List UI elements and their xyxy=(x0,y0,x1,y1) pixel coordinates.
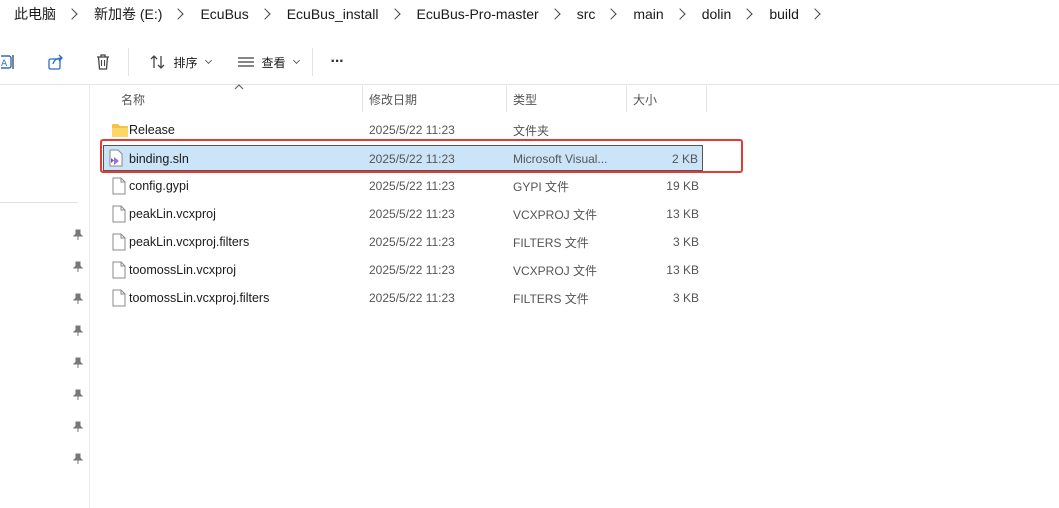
chevron-right-icon xyxy=(259,8,271,20)
chevron-right-icon xyxy=(66,8,78,20)
file-row-binding-sln[interactable]: binding.sln 2025/5/22 11:23 Microsoft Vi… xyxy=(103,145,703,171)
file-name: peakLin.vcxproj xyxy=(129,207,216,221)
chevron-right-icon xyxy=(549,8,561,20)
file-name: toomossLin.vcxproj xyxy=(129,263,236,277)
pin-icon[interactable] xyxy=(73,293,83,305)
column-separator[interactable] xyxy=(626,86,627,112)
file-size: 2 KB xyxy=(671,152,698,166)
breadcrumb-item-drive-e[interactable]: 新加卷 (E:) xyxy=(94,4,200,24)
file-type: FILTERS 文件 xyxy=(513,235,589,250)
file-row-toomosslin-vcxproj[interactable]: toomossLin.vcxproj 2025/5/22 11:23 VCXPR… xyxy=(103,257,703,283)
more-icon: ··· xyxy=(330,53,345,70)
file-size: 13 KB xyxy=(666,263,699,277)
folder-icon xyxy=(112,124,128,137)
rename-button[interactable]: A xyxy=(0,46,18,78)
file-row-toomosslin-vcxproj-filters[interactable]: toomossLin.vcxproj.filters 2025/5/22 11:… xyxy=(103,285,703,311)
breadcrumb-item-build[interactable]: build xyxy=(769,6,837,22)
breadcrumb-item-dolin[interactable]: dolin xyxy=(702,6,770,22)
chevron-down-icon xyxy=(292,56,300,65)
file-icon xyxy=(112,233,126,251)
file-row-peaklin-vcxproj-filters[interactable]: peakLin.vcxproj.filters 2025/5/22 11:23 … xyxy=(103,229,703,255)
breadcrumb-item-ecubus[interactable]: EcuBus xyxy=(200,6,286,22)
file-size: 3 KB xyxy=(672,235,699,249)
chevron-right-icon xyxy=(809,8,821,20)
column-header-size[interactable]: 大小 xyxy=(633,86,705,112)
nav-divider xyxy=(0,202,78,203)
rename-icon: A xyxy=(1,55,14,69)
pin-icon[interactable] xyxy=(73,261,83,273)
file-type: 文件夹 xyxy=(513,123,550,138)
file-size: 19 KB xyxy=(666,179,699,193)
column-separator[interactable] xyxy=(706,86,707,112)
chevron-right-icon xyxy=(388,8,401,20)
file-name: config.gypi xyxy=(129,179,189,193)
column-header-type[interactable]: 类型 xyxy=(513,86,625,112)
more-options-button[interactable]: ··· xyxy=(324,46,350,78)
column-header-name[interactable]: 名称 xyxy=(121,86,361,112)
breadcrumb-item-src[interactable]: src xyxy=(577,6,634,22)
file-name: toomossLin.vcxproj.filters xyxy=(129,291,270,305)
file-type: VCXPROJ 文件 xyxy=(513,207,598,222)
view-list-icon xyxy=(238,57,255,67)
file-date: 2025/5/22 11:23 xyxy=(369,152,455,166)
file-date: 2025/5/22 11:23 xyxy=(369,207,455,221)
file-type: GYPI 文件 xyxy=(513,179,570,194)
column-separator[interactable] xyxy=(362,86,363,112)
file-date: 2025/5/22 11:23 xyxy=(369,123,455,137)
file-icon xyxy=(112,205,126,223)
file-date: 2025/5/22 11:23 xyxy=(369,263,455,277)
sort-label: 排序 xyxy=(173,55,198,70)
toolbar-separator xyxy=(0,84,1059,85)
svg-text:A: A xyxy=(1,59,8,69)
pin-icon[interactable] xyxy=(73,325,83,337)
file-icon xyxy=(112,177,126,195)
pin-icon[interactable] xyxy=(73,229,83,241)
visual-studio-solution-icon xyxy=(109,149,123,167)
file-icon xyxy=(112,261,126,279)
file-name: binding.sln xyxy=(129,152,189,166)
toolbar-divider xyxy=(312,48,313,76)
share-button[interactable] xyxy=(44,46,68,78)
file-row-release[interactable]: Release 2025/5/22 11:23 文件夹 xyxy=(103,117,703,143)
chevron-down-icon xyxy=(204,56,212,65)
chevron-right-icon xyxy=(674,8,686,20)
trash-icon xyxy=(97,54,109,70)
chevron-right-icon xyxy=(172,8,185,20)
sort-button[interactable]: 排序 xyxy=(144,46,216,78)
view-button[interactable]: 查看 xyxy=(232,46,304,78)
toolbar-divider xyxy=(128,48,129,76)
pin-icon[interactable] xyxy=(73,421,83,433)
breadcrumb: 此电脑 新加卷 (E:) EcuBus EcuBus_install EcuBu… xyxy=(0,0,1059,28)
file-type: VCXPROJ 文件 xyxy=(513,263,598,278)
pin-icon[interactable] xyxy=(73,357,83,369)
file-date: 2025/5/22 11:23 xyxy=(369,291,455,305)
sort-icon xyxy=(151,55,165,69)
pin-icon[interactable] xyxy=(73,389,83,401)
navigation-pane[interactable] xyxy=(0,85,90,508)
file-date: 2025/5/22 11:23 xyxy=(369,179,455,193)
file-icon xyxy=(112,289,126,307)
file-row-peaklin-vcxproj[interactable]: peakLin.vcxproj 2025/5/22 11:23 VCXPROJ … xyxy=(103,201,703,227)
file-type: Microsoft Visual... xyxy=(513,152,608,166)
file-row-config-gypi[interactable]: config.gypi 2025/5/22 11:23 GYPI 文件 19 K… xyxy=(103,173,703,199)
file-date: 2025/5/22 11:23 xyxy=(369,235,455,249)
delete-button[interactable] xyxy=(92,46,114,78)
column-separator[interactable] xyxy=(506,86,507,112)
column-header-date[interactable]: 修改日期 xyxy=(369,86,505,112)
file-name: Release xyxy=(129,123,175,137)
file-name: peakLin.vcxproj.filters xyxy=(129,235,250,249)
file-size: 3 KB xyxy=(672,291,699,305)
breadcrumb-item-main[interactable]: main xyxy=(633,6,701,22)
breadcrumb-item-ecubus-pro-master[interactable]: EcuBus-Pro-master xyxy=(417,6,577,22)
chevron-right-icon xyxy=(741,8,753,20)
breadcrumb-item-ecubus-install[interactable]: EcuBus_install xyxy=(287,6,417,22)
chevron-right-icon xyxy=(605,8,618,20)
file-size: 13 KB xyxy=(666,207,699,221)
view-label: 查看 xyxy=(261,55,286,70)
breadcrumb-item-this-pc[interactable]: 此电脑 xyxy=(14,4,94,24)
file-type: FILTERS 文件 xyxy=(513,291,589,306)
pin-icon[interactable] xyxy=(73,453,83,465)
share-icon xyxy=(48,54,63,70)
